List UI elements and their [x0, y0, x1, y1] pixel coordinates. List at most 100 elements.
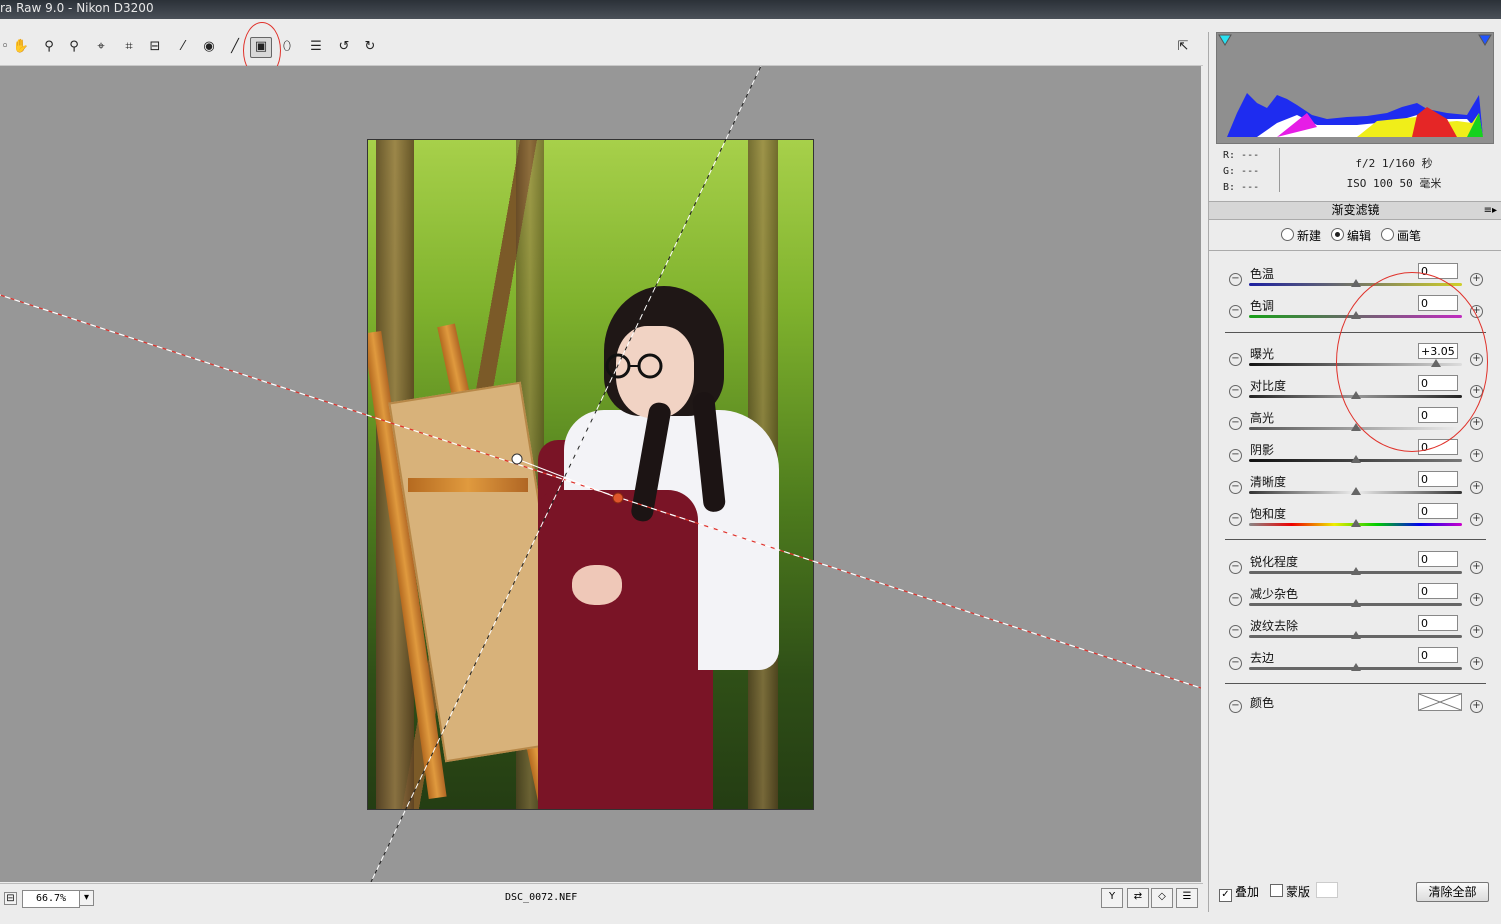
slider-thumb[interactable] [1350, 663, 1361, 671]
r-readout: R: --- [1223, 150, 1260, 161]
slider-label: 色调 [1250, 299, 1275, 313]
preferences-tool-icon[interactable]: ☰ [307, 38, 325, 56]
slider-minus-button[interactable]: − [1229, 481, 1242, 494]
slider-thumb[interactable] [1350, 279, 1361, 287]
mode-edit[interactable]: 编辑 [1331, 227, 1371, 244]
slider-thumb[interactable] [1350, 631, 1361, 639]
slider-plus-button[interactable]: + [1470, 561, 1483, 574]
filename-label: DSC_0072.NEF [505, 892, 578, 903]
clear-all-button[interactable]: 清除全部 [1416, 882, 1489, 902]
slider-row: − 锐化程度 0 + [1209, 551, 1501, 583]
slider-label: 对比度 [1250, 379, 1287, 393]
slider-minus-button[interactable]: − [1229, 625, 1242, 638]
slider-minus-button[interactable]: − [1229, 417, 1242, 430]
zoom-level-field[interactable]: 66.7% [22, 890, 80, 908]
slider-value-field[interactable]: 0 [1418, 503, 1458, 519]
histogram [1216, 32, 1494, 144]
slider-minus-button[interactable]: − [1229, 593, 1242, 606]
spot-removal-tool-icon[interactable]: ⁄ [174, 38, 192, 56]
slider-row: − 清晰度 0 + [1209, 471, 1501, 503]
color-swatch[interactable] [1418, 693, 1462, 711]
slider-plus-button[interactable]: + [1470, 481, 1483, 494]
separator [1225, 539, 1486, 540]
slider-value-field[interactable]: 0 [1418, 615, 1458, 631]
slider-thumb[interactable] [1350, 519, 1361, 527]
targeted-adjustment-tool-icon[interactable]: ⌖ [92, 38, 110, 56]
title-bar: ra Raw 9.0 - Nikon D3200 [0, 0, 1501, 19]
crop-tool-icon[interactable]: ⌗ [120, 38, 138, 56]
slider-plus-button[interactable]: + [1470, 417, 1483, 430]
radio-icon[interactable] [1381, 228, 1395, 241]
slider-minus-button[interactable]: − [1229, 561, 1242, 574]
annotation-circle-values [1336, 272, 1488, 452]
slider-plus-button[interactable]: + [1470, 625, 1483, 638]
red-eye-removal-tool-icon[interactable]: ◉ [200, 38, 218, 56]
radio-icon[interactable] [1331, 228, 1345, 241]
slider-value-field[interactable]: 0 [1418, 647, 1458, 663]
slider-plus-button[interactable]: + [1470, 513, 1483, 526]
radio-icon[interactable] [1281, 228, 1294, 241]
color-sampler-tool-icon[interactable]: ⚲ [65, 38, 83, 56]
aperture-shutter: f/2 1/160 秒 [1355, 157, 1433, 170]
mode-selector: 新建 编辑 画笔 [1281, 227, 1421, 244]
slider-minus-button[interactable]: − [1229, 449, 1242, 462]
overlay-option[interactable]: ✓ 叠加 [1219, 883, 1259, 902]
slider-label: 色温 [1250, 267, 1275, 281]
slider-row: − 去边 0 + [1209, 647, 1501, 679]
color-minus-button[interactable]: − [1229, 700, 1242, 713]
right-panel: R: --- G: --- B: --- f/2 1/160 秒 ISO 100… [1208, 32, 1501, 912]
window-title: ra Raw 9.0 - Nikon D3200 [0, 1, 154, 15]
slider-label: 去边 [1250, 651, 1275, 665]
slider-minus-button[interactable]: − [1229, 513, 1242, 526]
image-canvas[interactable] [0, 66, 1201, 882]
slider-minus-button[interactable]: − [1229, 353, 1242, 366]
iso-focal: ISO 100 50 毫米 [1346, 177, 1442, 190]
straighten-tool-icon[interactable]: ⊟ [146, 38, 164, 56]
adjustment-brush-tool-icon[interactable]: ╱ [226, 38, 244, 56]
slider-label: 阴影 [1250, 443, 1275, 457]
copy-settings-button[interactable]: ◇ [1151, 888, 1173, 908]
zoom-out-button[interactable]: ⊟ [4, 892, 17, 905]
graduated-filter-overlay[interactable] [0, 66, 1201, 882]
mask-color-swatch[interactable] [1316, 882, 1338, 898]
slider-thumb[interactable] [1350, 455, 1361, 463]
rotate-left-tool-icon[interactable]: ↺ [335, 38, 353, 56]
slider-minus-button[interactable]: − [1229, 305, 1242, 318]
rotate-right-tool-icon[interactable]: ↻ [361, 38, 379, 56]
check-icon[interactable]: ✓ [1219, 889, 1232, 902]
slider-value-field[interactable]: 0 [1418, 551, 1458, 567]
slider-thumb[interactable] [1350, 487, 1361, 495]
color-plus-button[interactable]: + [1470, 700, 1483, 713]
slider-row: − 波纹去除 0 + [1209, 615, 1501, 647]
slider-plus-button[interactable]: + [1470, 657, 1483, 670]
slider-value-field[interactable]: 0 [1418, 471, 1458, 487]
slider-label: 减少杂色 [1250, 587, 1299, 601]
toggle-settings-button[interactable]: ☰ [1176, 888, 1198, 908]
panel-menu-icon[interactable]: ≡▸ [1484, 202, 1497, 219]
checkbox-icon[interactable] [1270, 884, 1283, 897]
swap-settings-button[interactable]: ⇄ [1127, 888, 1149, 908]
white-pin-handle[interactable] [511, 453, 523, 465]
slider-label: 波纹去除 [1250, 619, 1299, 633]
slider-plus-button[interactable]: + [1470, 449, 1483, 462]
slider-label: 高光 [1250, 411, 1275, 425]
zoom-dropdown-button[interactable]: ▾ [79, 890, 94, 906]
before-after-view-button[interactable]: Y [1101, 888, 1123, 908]
red-pin-handle[interactable] [612, 492, 624, 504]
fullscreen-toggle-icon[interactable]: ⇱ [1174, 38, 1192, 56]
hand-tool-icon[interactable]: ✋ [12, 38, 30, 56]
slider-thumb[interactable] [1350, 567, 1361, 575]
slider-plus-button[interactable]: + [1470, 593, 1483, 606]
separator [1225, 683, 1486, 684]
slider-minus-button[interactable]: − [1229, 385, 1242, 398]
slider-plus-button[interactable]: + [1470, 273, 1483, 286]
slider-minus-button[interactable]: − [1229, 657, 1242, 670]
mode-brush[interactable]: 画笔 [1381, 227, 1421, 244]
mask-option[interactable]: 蒙版 [1270, 883, 1310, 900]
slider-label: 曝光 [1250, 347, 1275, 361]
slider-minus-button[interactable]: − [1229, 273, 1242, 286]
white-balance-tool-icon[interactable]: ⚲ [40, 38, 58, 56]
mode-new[interactable]: 新建 [1281, 227, 1321, 244]
slider-thumb[interactable] [1350, 599, 1361, 607]
slider-value-field[interactable]: 0 [1418, 583, 1458, 599]
